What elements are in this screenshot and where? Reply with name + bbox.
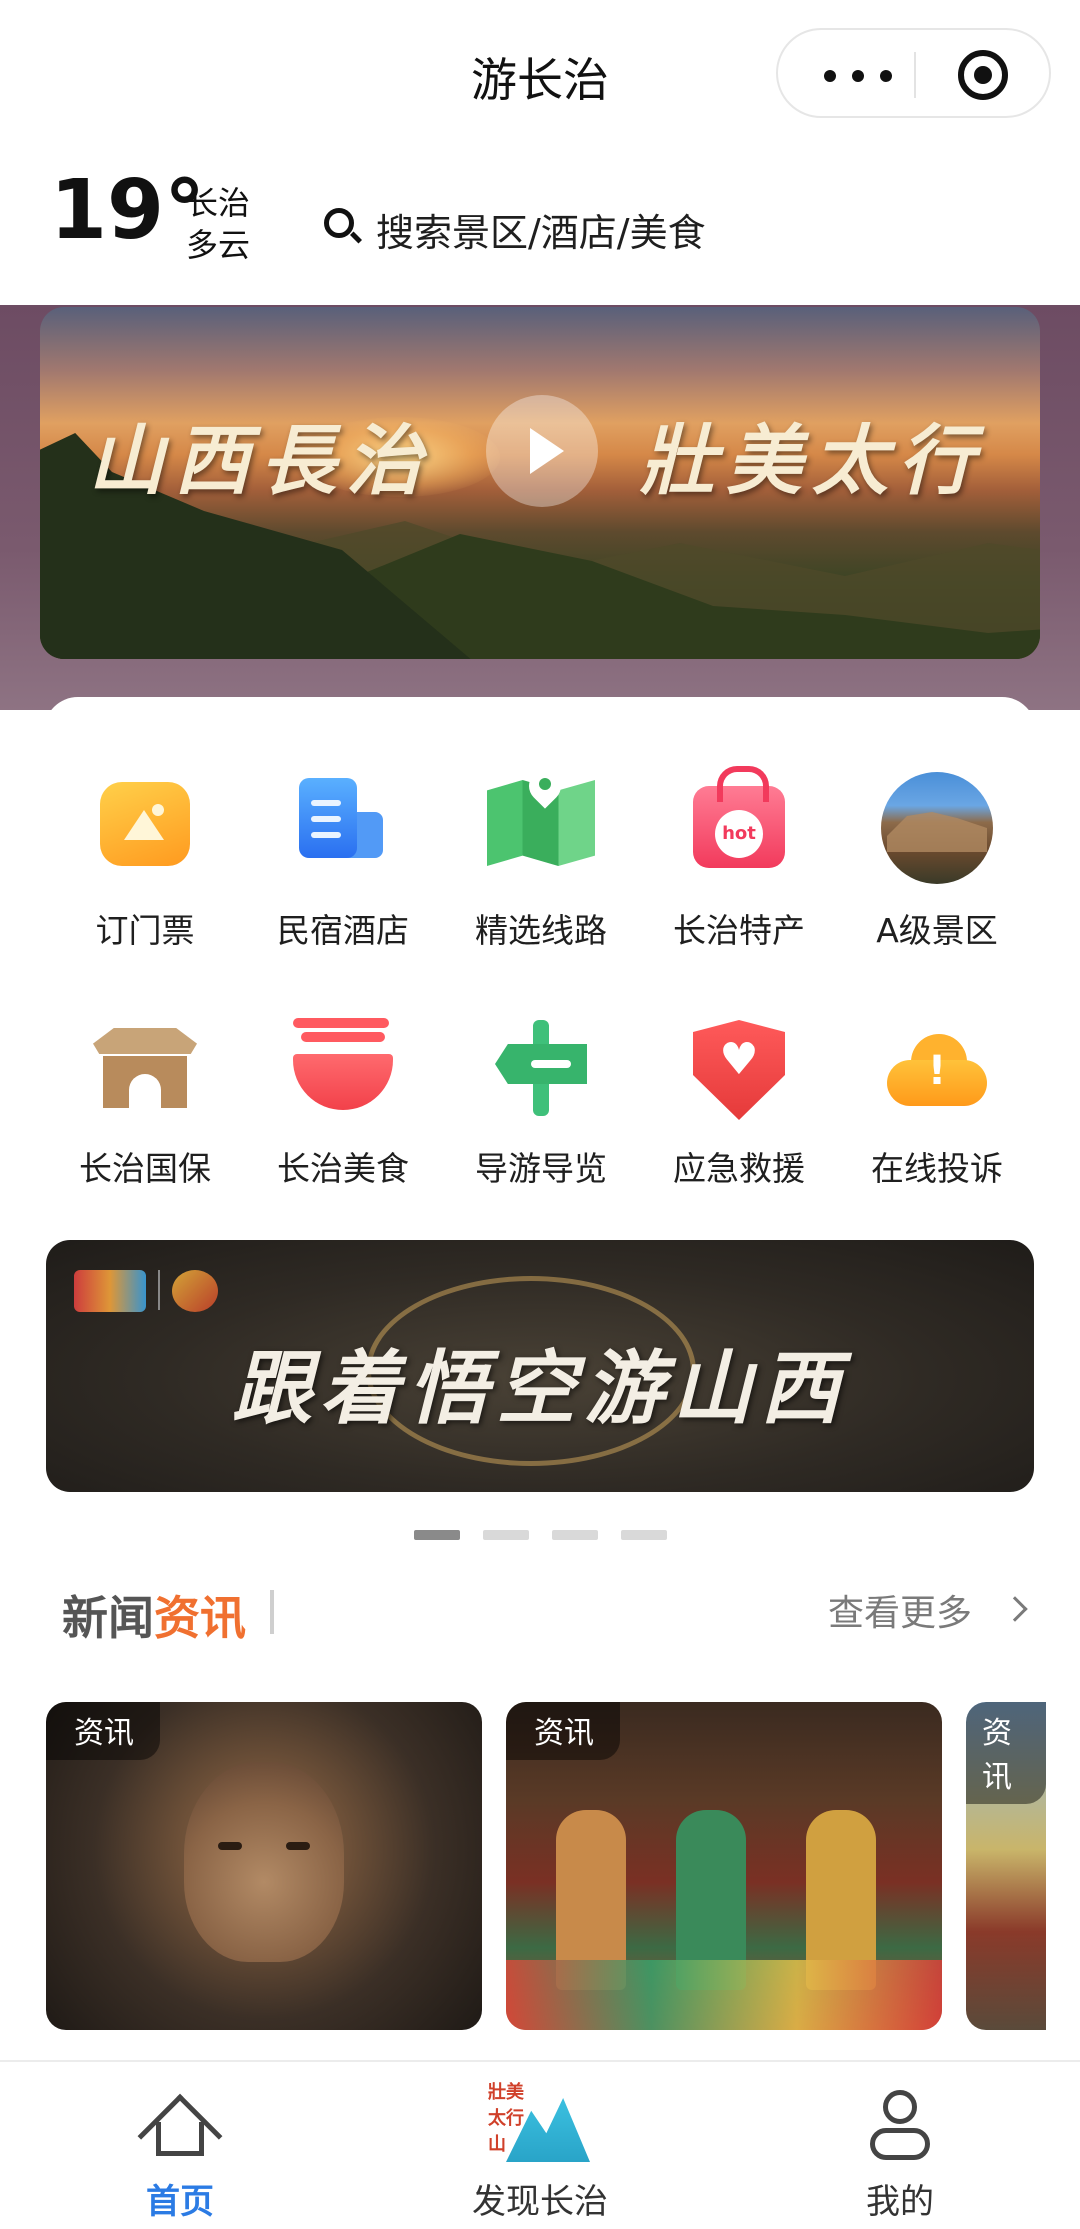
grid-item-specialties[interactable]: hot 长治特产 — [640, 766, 838, 970]
grid-item-label: 长治国保 — [79, 1149, 211, 1188]
ticket-icon — [100, 782, 190, 866]
news-image-floor — [506, 1960, 942, 2030]
news-tag: 资讯 — [46, 1702, 160, 1760]
grid-item-label: 民宿酒店 — [277, 911, 409, 950]
grid-item-label: 应急救援 — [673, 1149, 805, 1188]
grid-item-a-scenic[interactable]: A级景区 — [838, 770, 1036, 970]
grid-item-food[interactable]: 长治美食 — [244, 1008, 442, 1208]
weather-condition: 多云 — [186, 226, 251, 264]
hero-title-left: 山西長治 — [88, 416, 432, 505]
news-title-part2: 资讯 — [154, 1591, 246, 1645]
hotel-icon — [293, 770, 393, 870]
tab-label: 发现长治 — [472, 2182, 608, 2222]
news-card[interactable]: 资讯 — [46, 1702, 482, 2030]
user-icon — [866, 2090, 934, 2162]
grid-item-label: 长治美食 — [277, 1149, 409, 1188]
carousel-dot[interactable] — [552, 1530, 598, 1540]
shanxi-logo — [74, 1270, 146, 1312]
weather-city: 长治 — [186, 184, 251, 222]
logo-divider — [158, 1270, 160, 1310]
tab-home[interactable]: 首页 — [30, 2062, 330, 2229]
grid-item-label: 精选线路 — [475, 911, 607, 950]
news-image-wukong — [184, 1762, 344, 1962]
search-placeholder: 搜索景区/酒店/美食 — [376, 211, 706, 255]
partner-logo — [172, 1270, 218, 1312]
grid-item-label: 导游导览 — [475, 1149, 607, 1188]
grid-item-label: 在线投诉 — [871, 1149, 1003, 1188]
news-title-divider — [270, 1590, 274, 1634]
promo-title: 跟着悟空游山西 — [232, 1341, 848, 1435]
close-target-icon[interactable] — [958, 50, 1008, 100]
hero-title-right: 壯美太行 — [640, 416, 984, 505]
home-icon — [137, 2092, 223, 2179]
grid-item-label: 长治特产 — [673, 911, 805, 950]
hero-video-banner[interactable]: 山西長治 壯美太行 — [40, 307, 1040, 659]
bottom-tab-bar: 首页 壯美太行山 发现长治 我的 — [0, 2060, 1080, 2229]
title-bar: 游长治 — [0, 0, 1080, 150]
view-more-link[interactable]: 查看更多 — [828, 1584, 1028, 1636]
grid-item-label: 订门票 — [95, 911, 195, 950]
carousel-dot[interactable] — [483, 1530, 529, 1540]
temperature: 19° — [50, 163, 206, 258]
news-tag: 资讯 — [506, 1702, 620, 1760]
tab-discover[interactable]: 壯美太行山 发现长治 — [390, 2062, 690, 2229]
carousel-dot[interactable] — [621, 1530, 667, 1540]
grid-item-label: A级景区 — [876, 911, 998, 950]
view-more-label: 查看更多 — [828, 1593, 973, 1634]
tab-label: 首页 — [146, 2182, 214, 2222]
shield-heart-icon — [693, 1020, 785, 1120]
search-icon — [324, 208, 354, 238]
seal-text: 壯美太行山 — [488, 2082, 524, 2155]
hot-bag-icon: hot — [693, 766, 785, 868]
news-card[interactable]: 资讯 — [506, 1702, 942, 2030]
grid-item-hotels[interactable]: 民宿酒店 — [244, 770, 442, 970]
alert-cloud-icon: ! — [887, 1034, 987, 1106]
signpost-icon — [491, 1020, 591, 1120]
carousel-dot[interactable] — [414, 1530, 460, 1540]
grid-item-rescue[interactable]: 应急救援 — [640, 1008, 838, 1208]
grid-item-heritage[interactable]: 长治国保 — [46, 1008, 244, 1208]
carousel-indicator — [0, 1530, 1080, 1540]
tab-label: 我的 — [866, 2182, 934, 2222]
news-title-part1: 新闻 — [62, 1591, 154, 1645]
search-bar[interactable]: 搜索景区/酒店/美食 — [320, 192, 820, 255]
map-route-icon — [487, 780, 595, 866]
noodle-bowl-icon — [293, 1018, 393, 1110]
play-icon[interactable] — [486, 395, 598, 507]
grid-item-guide[interactable]: 导游导览 — [442, 1008, 640, 1208]
mini-program-capsule — [776, 28, 1051, 118]
grid-item-complaint[interactable]: ! 在线投诉 — [838, 1008, 1036, 1208]
news-tag: 资讯 — [966, 1702, 1046, 1804]
tab-me[interactable]: 我的 — [750, 2062, 1050, 2229]
capsule-divider — [914, 52, 916, 98]
news-section-title: 新闻资讯 — [62, 1582, 246, 1648]
news-card[interactable]: 资讯 — [966, 1702, 1046, 2030]
grid-item-tickets[interactable]: 订门票 — [46, 770, 244, 970]
grid-item-routes[interactable]: 精选线路 — [442, 770, 640, 970]
ancient-gate-icon — [93, 1028, 197, 1108]
more-options-icon[interactable] — [818, 58, 898, 92]
content-card-top — [44, 697, 1036, 777]
promo-banner[interactable]: 跟着悟空游山西 — [46, 1240, 1034, 1492]
mountain-seal-icon: 壯美太行山 — [482, 2080, 598, 2162]
scenic-spot-icon — [881, 772, 993, 884]
